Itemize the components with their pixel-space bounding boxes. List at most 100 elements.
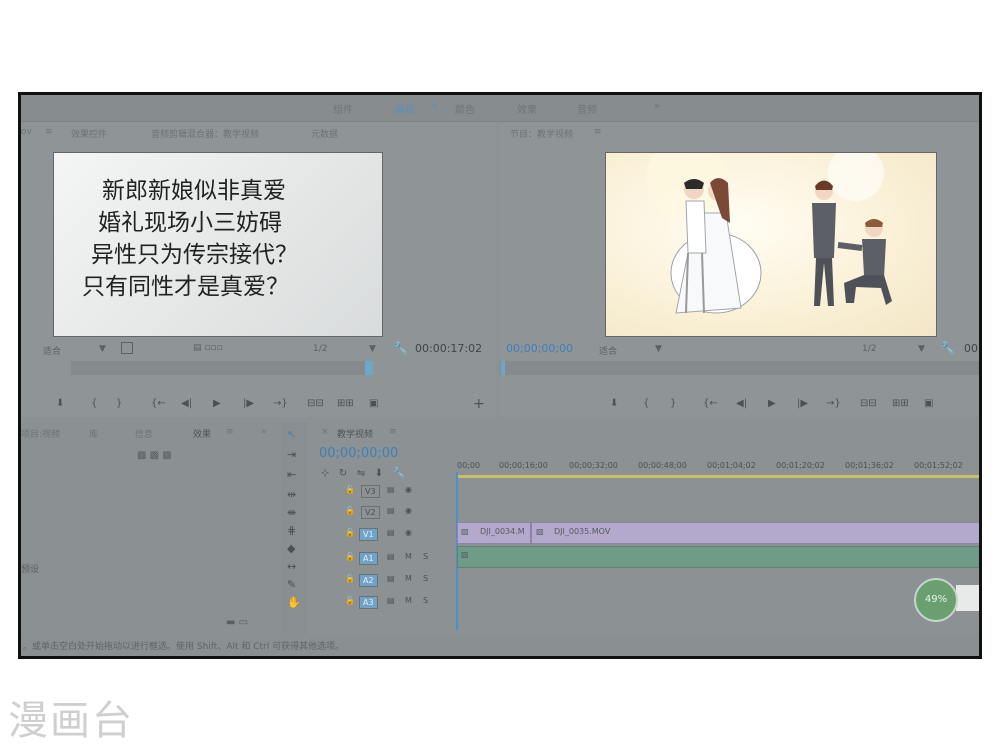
track-select-tool-icon[interactable]: ⇥	[287, 448, 296, 461]
wrench-icon[interactable]: 🔧	[393, 341, 408, 355]
settings-box-icon[interactable]	[121, 342, 133, 354]
video-clip[interactable]: ▨ DJI_0035.MOV	[531, 522, 979, 544]
slip-tool-icon[interactable]: ◆	[287, 542, 295, 555]
track-name-a1[interactable]: A1	[359, 552, 378, 565]
overwrite-icon[interactable]: ⊞⊞	[337, 398, 354, 409]
solo-button[interactable]: S	[423, 552, 428, 561]
camera-icon[interactable]: ▣	[369, 398, 378, 409]
lock-icon[interactable]: 🔓	[345, 574, 355, 583]
panel-overflow-icon[interactable]: »	[261, 427, 267, 437]
mark-in-icon[interactable]: {	[643, 398, 649, 409]
timeline-close-icon[interactable]: ×	[321, 427, 329, 437]
track-name-a3[interactable]: A3	[359, 596, 378, 609]
source-timecode[interactable]: 00:00:17:02	[415, 342, 482, 355]
lock-icon[interactable]: 🔓	[345, 552, 355, 561]
timeline-title[interactable]: 教学视频	[337, 427, 373, 440]
step-back-icon[interactable]: ◀|	[181, 398, 192, 409]
marker-icon[interactable]: ⬇	[610, 398, 618, 409]
mark-out-icon[interactable]: }	[670, 398, 676, 409]
ripple-edit-tool-icon[interactable]: ⇤	[287, 468, 296, 481]
timeline-tool-icons[interactable]: ⊹ ↻ ⇋ ⬇ 🔧	[321, 468, 405, 479]
source-scrubber[interactable]	[71, 361, 366, 375]
metadata-tab[interactable]: 元数据	[311, 127, 338, 140]
sync-icon[interactable]: ▤	[387, 574, 395, 583]
selection-tool-icon[interactable]: ↖	[287, 428, 296, 441]
timeline-timecode[interactable]: 00;00;00;00	[319, 446, 398, 461]
workspace-menu-icon[interactable]: ≡	[430, 101, 438, 112]
lock-icon[interactable]: 🔓	[345, 528, 355, 537]
go-to-in-icon[interactable]: {←	[703, 398, 718, 409]
timeline-menu-icon[interactable]: ≡	[389, 427, 397, 437]
export-frame-icon[interactable]: ▤ ▫▫▫	[193, 343, 223, 353]
play-icon[interactable]: ▶	[213, 398, 221, 409]
effects-menu-icon[interactable]: ≡	[226, 427, 234, 437]
mute-button[interactable]: M	[405, 574, 412, 583]
solo-button[interactable]: S	[423, 574, 428, 583]
program-title[interactable]: 节目：教学视频	[510, 127, 573, 140]
slide-tool-icon[interactable]: ↔	[287, 560, 296, 573]
step-back-icon[interactable]: ◀|	[736, 398, 747, 409]
program-resolution-select[interactable]: 1/2	[862, 344, 876, 354]
eye-icon[interactable]: ◉	[405, 528, 412, 537]
mute-button[interactable]: M	[405, 552, 412, 561]
chevron-down-icon[interactable]: ▼	[655, 344, 662, 354]
workspace-tab-assembly[interactable]: 组件	[333, 101, 353, 116]
effect-controls-tab[interactable]: 效果控件	[71, 127, 107, 140]
mark-in-icon[interactable]: {	[91, 398, 97, 409]
rolling-edit-tool-icon[interactable]: ⇹	[287, 488, 296, 501]
presets-label[interactable]: 预设	[21, 562, 39, 575]
hand-tool-icon[interactable]: ✋	[287, 596, 301, 609]
rate-stretch-tool-icon[interactable]: ⇼	[287, 506, 296, 519]
pen-tool-icon[interactable]: ✎	[287, 578, 296, 591]
chevron-down-icon[interactable]: ▼	[369, 344, 376, 354]
workspace-tab-editing[interactable]: 编辑	[395, 101, 415, 116]
source-fit-select[interactable]: 适合	[43, 344, 61, 357]
program-fit-select[interactable]: 适合	[599, 344, 617, 357]
insert-icon[interactable]: ⊟⊟	[307, 398, 324, 409]
audio-mixer-tab[interactable]: 音频剪辑混合器：教学视频	[151, 127, 259, 140]
sync-icon[interactable]: ▤	[387, 485, 395, 494]
workspace-tab-audio[interactable]: 音频	[577, 101, 597, 116]
go-to-in-icon[interactable]: {←	[151, 398, 166, 409]
track-name-v3[interactable]: V3	[361, 485, 380, 498]
workspace-overflow-icon[interactable]: »	[654, 101, 660, 112]
source-playhead[interactable]	[365, 361, 373, 375]
workspace-tab-color[interactable]: 颜色	[455, 101, 475, 116]
program-timecode[interactable]: 00;00;00;00	[506, 342, 573, 355]
workspace-tab-effects[interactable]: 效果	[517, 101, 537, 116]
extract-icon[interactable]: ⊞⊞	[892, 398, 909, 409]
video-clip[interactable]: ▨ DJI_0034.M	[457, 522, 531, 544]
accelerated-effects-icon[interactable]: ▩ ▩ ▩	[137, 450, 172, 461]
library-tab[interactable]: 库	[89, 427, 98, 440]
source-resolution-select[interactable]: 1/2	[313, 344, 327, 354]
new-folder-icon[interactable]: ▬ ▭	[226, 617, 248, 628]
project-tab[interactable]: 项目:视频	[21, 427, 60, 440]
track-name-v1[interactable]: V1	[359, 528, 378, 541]
eye-icon[interactable]: ◉	[405, 506, 412, 515]
solo-button[interactable]: S	[423, 596, 428, 605]
program-duration-timecode[interactable]: 00	[964, 342, 978, 355]
info-tab[interactable]: 信息	[135, 427, 153, 440]
performance-badge[interactable]: 49%	[914, 578, 958, 622]
lock-icon[interactable]: 🔓	[345, 506, 355, 515]
lock-icon[interactable]: 🔓	[345, 485, 355, 494]
mark-out-icon[interactable]: }	[116, 398, 122, 409]
program-scrubber[interactable]	[500, 361, 979, 375]
step-forward-icon[interactable]: |▶	[797, 398, 808, 409]
razor-tool-icon[interactable]: ⋕	[287, 524, 296, 537]
camera-icon[interactable]: ▣	[924, 398, 933, 409]
source-tab-menu-icon[interactable]: ≡	[45, 127, 53, 137]
play-icon[interactable]: ▶	[768, 398, 776, 409]
go-to-out-icon[interactable]: →}	[273, 398, 288, 409]
eye-icon[interactable]: ◉	[405, 485, 412, 494]
track-name-a2[interactable]: A2	[359, 574, 378, 587]
go-to-out-icon[interactable]: →}	[826, 398, 841, 409]
program-menu-icon[interactable]: ≡	[594, 127, 602, 137]
sync-icon[interactable]: ▤	[387, 506, 395, 515]
chevron-down-icon[interactable]: ▼	[99, 344, 106, 354]
wrench-icon[interactable]: 🔧	[940, 341, 955, 355]
add-button-icon[interactable]: +	[473, 396, 485, 412]
work-area-bar[interactable]	[457, 475, 979, 478]
sync-icon[interactable]: ▤	[387, 528, 395, 537]
track-name-v2[interactable]: V2	[361, 506, 380, 519]
